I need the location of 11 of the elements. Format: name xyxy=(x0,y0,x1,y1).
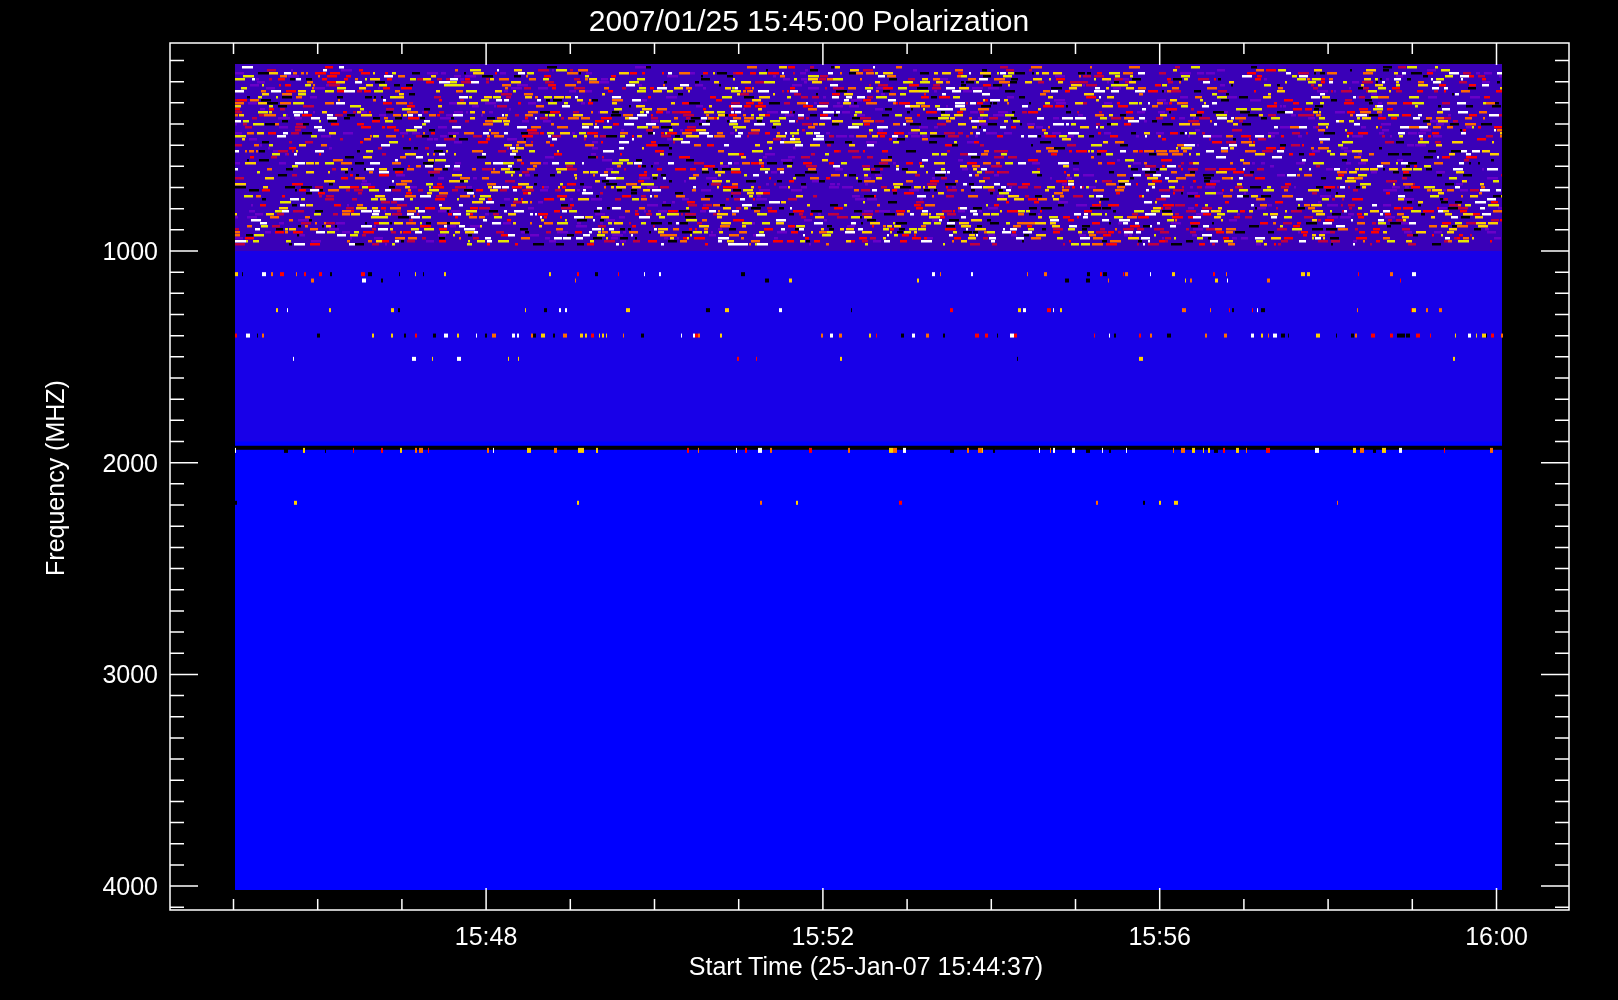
y-tick-label: 1000 xyxy=(102,237,158,265)
x-axis-title: Start Time (25-Jan-07 15:44:37) xyxy=(688,952,1044,980)
x-tick-label: 15:56 xyxy=(1128,922,1191,950)
x-tick-label: 15:48 xyxy=(454,922,518,950)
x-tick-label: 15:52 xyxy=(791,922,855,950)
y-tick-label: 4000 xyxy=(102,872,158,901)
y-axis-title: Frequency (MHZ) xyxy=(41,380,69,576)
x-tick-label: 16:00 xyxy=(1465,922,1528,950)
chart-title: 2007/01/25 15:45:00 Polarization xyxy=(588,4,1030,37)
y-tick-label: 3000 xyxy=(102,660,158,689)
y-tick-label: 2000 xyxy=(102,448,158,477)
